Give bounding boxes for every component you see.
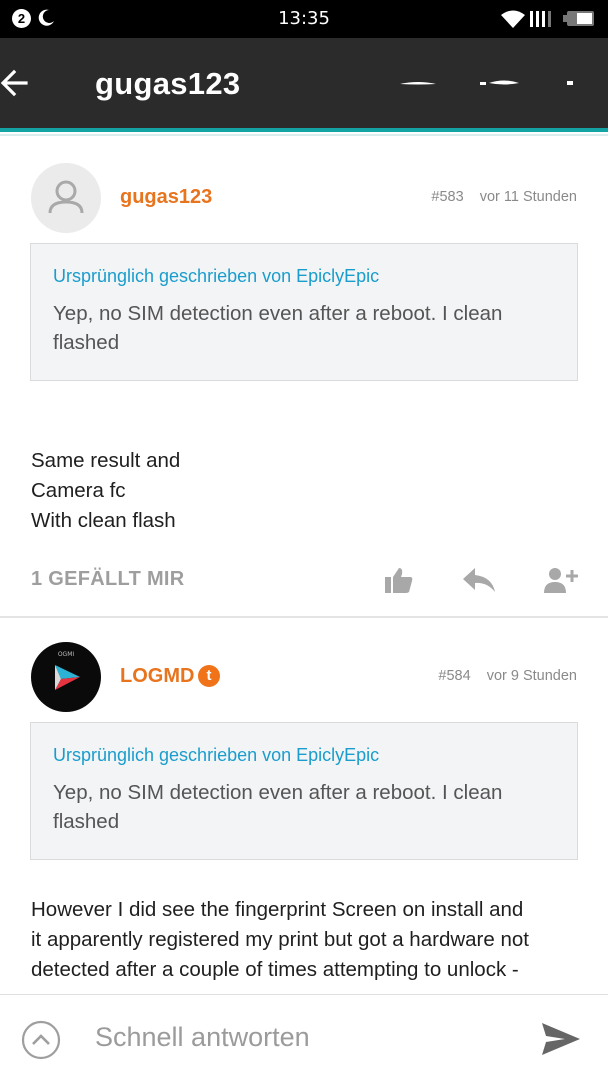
body-line: With clean flash <box>31 509 176 532</box>
action-icon[interactable] <box>478 78 520 88</box>
reply-icon[interactable] <box>462 567 496 593</box>
post-time: vor 9 Stunden <box>486 668 577 684</box>
post-number: #584 <box>438 668 471 684</box>
avatar[interactable] <box>31 163 101 233</box>
post-body: Same result and Camera fc With clean fla… <box>31 446 581 536</box>
accent-bar <box>0 128 608 132</box>
likes-count[interactable]: 1 GEFÄLLT MIR <box>31 568 185 591</box>
post-time: vor 11 Stunden <box>479 189 577 205</box>
page-title: gugas123 <box>95 66 241 101</box>
send-icon[interactable] <box>541 1022 581 1056</box>
quote-block: Ursprünglich geschrieben von EpiclyEpic … <box>30 243 578 381</box>
body-line: detected after a couple of times attempt… <box>31 958 519 981</box>
quote-block: Ursprünglich geschrieben von EpiclyEpic … <box>30 722 578 860</box>
logo-graphic: OGMI <box>55 651 80 690</box>
body-line: Camera fc <box>31 479 126 502</box>
post-number: #583 <box>431 189 464 205</box>
body-line: Same result and <box>31 449 181 472</box>
post-body: However I did see the fingerprint Screen… <box>31 895 581 985</box>
quick-reply-bar: Schnell antworten <box>0 994 608 1080</box>
wifi-icon <box>501 10 525 28</box>
avatar-text: OGMI <box>58 651 75 658</box>
post-divider <box>0 616 608 618</box>
username[interactable]: LOGMD <box>120 665 194 688</box>
accent-bar-light <box>0 134 608 136</box>
post-meta: #584 vor 9 Stunden <box>438 668 577 684</box>
signal-icon <box>530 11 551 27</box>
expand-up-icon[interactable] <box>21 1020 61 1060</box>
thumbs-up-icon[interactable] <box>384 566 414 594</box>
add-user-icon[interactable] <box>543 566 579 594</box>
default-user-icon <box>48 180 84 214</box>
back-arrow-icon[interactable] <box>0 66 34 100</box>
team-badge: t <box>198 665 220 687</box>
post-meta: #583 vor 11 Stunden <box>431 189 577 205</box>
app-bar: gugas123 <box>0 38 608 128</box>
body-line: However I did see the fingerprint Screen… <box>31 898 524 921</box>
battery-icon <box>563 11 594 26</box>
quote-header[interactable]: Ursprünglich geschrieben von EpiclyEpic <box>53 745 555 766</box>
quick-reply-input[interactable]: Schnell antworten <box>95 1022 310 1053</box>
body-line: it apparently registered my print but go… <box>31 928 529 951</box>
logmd-logo-avatar[interactable]: OGMI <box>31 642 101 712</box>
quote-text: Yep, no SIM detection even after a reboo… <box>53 302 503 354</box>
username[interactable]: gugas123 <box>120 186 212 209</box>
status-bar: 2 13:35 <box>0 0 608 38</box>
quote-header[interactable]: Ursprünglich geschrieben von EpiclyEpic <box>53 266 555 287</box>
quote-text: Yep, no SIM detection even after a reboo… <box>53 781 503 833</box>
overflow-icon[interactable] <box>566 80 574 86</box>
action-icon[interactable] <box>398 78 438 88</box>
